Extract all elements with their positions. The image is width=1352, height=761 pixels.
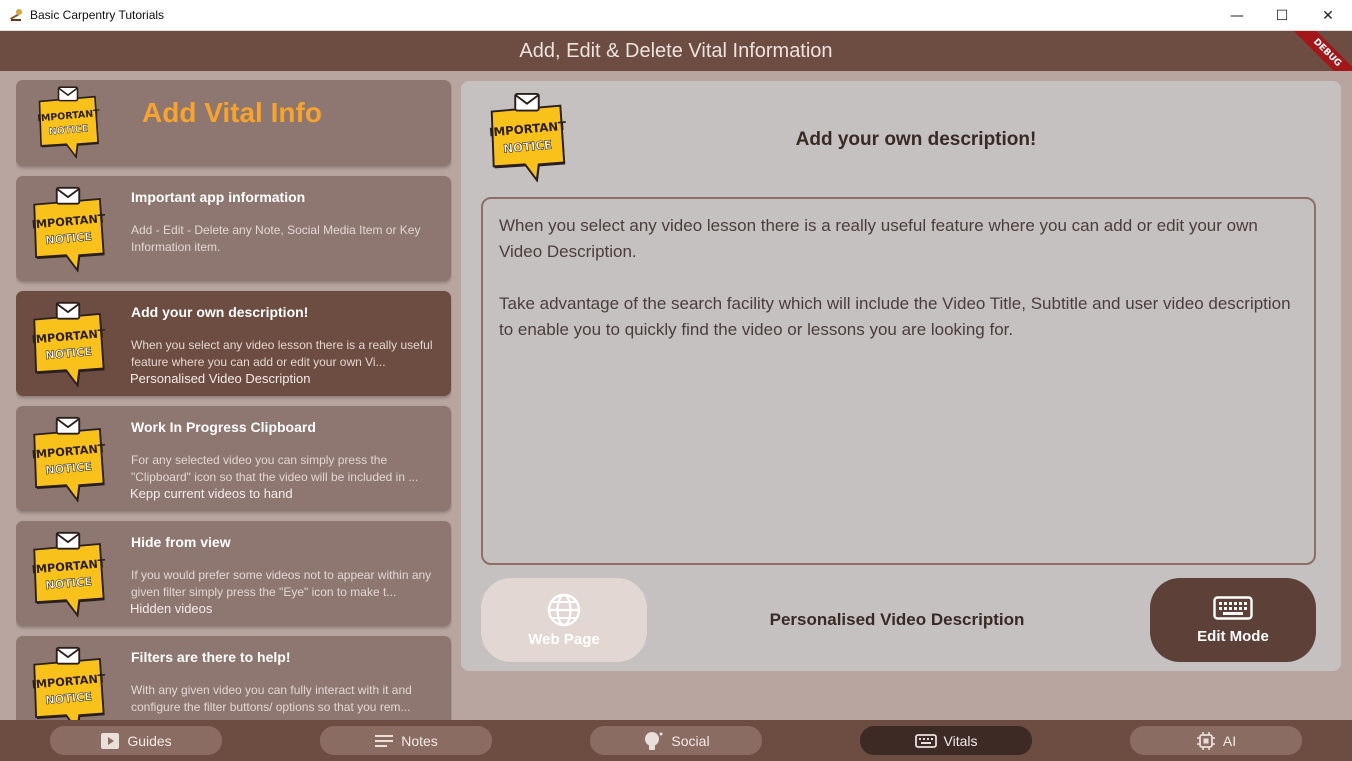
nav-label: Guides bbox=[127, 732, 172, 749]
list-item-title: Add your own description! bbox=[131, 304, 309, 320]
keyboard-icon bbox=[914, 733, 937, 748]
edit-mode-label: Edit Mode bbox=[1197, 627, 1269, 645]
list-item-title: Hide from view bbox=[131, 534, 231, 550]
app-icon bbox=[10, 9, 22, 21]
notes-icon bbox=[375, 734, 394, 747]
nav-guides[interactable]: Guides bbox=[50, 726, 222, 755]
nav-label: Notes bbox=[401, 732, 438, 749]
app-header: Add, Edit & Delete Vital Information DEB… bbox=[0, 31, 1352, 71]
window-titlebar: Basic Carpentry Tutorials — ☐ ✕ bbox=[0, 0, 1352, 31]
detail-title: Add your own description! bbox=[795, 129, 1037, 150]
nav-label: Social bbox=[671, 732, 710, 749]
list-header-card: Add Vital Info bbox=[16, 80, 451, 166]
nav-vitals[interactable]: Vitals bbox=[860, 726, 1032, 755]
list-item[interactable]: Work In Progress Clipboard For any selec… bbox=[16, 406, 451, 511]
minimize-button[interactable]: — bbox=[1214, 0, 1260, 31]
nav-notes[interactable]: Notes bbox=[320, 726, 492, 755]
important-notice-icon bbox=[30, 84, 106, 160]
list-item-description: For any selected video you can simply pr… bbox=[131, 453, 419, 484]
vital-info-list[interactable]: Add Vital Info Important app information… bbox=[16, 80, 452, 720]
list-item-selected[interactable]: Add your own description! When you selec… bbox=[16, 291, 451, 396]
list-item[interactable]: Hide from view If you would prefer some … bbox=[16, 521, 451, 626]
detail-panel: Add your own description! When you selec… bbox=[461, 81, 1341, 671]
list-item-subtitle: Hidden videos bbox=[130, 601, 213, 616]
chip-icon bbox=[1196, 731, 1215, 750]
maximize-button[interactable]: ☐ bbox=[1259, 0, 1305, 31]
list-item-description: With any given video you can fully inter… bbox=[131, 683, 412, 714]
list-item-subtitle: Kepp current videos to hand bbox=[130, 486, 293, 501]
list-item-title: Work In Progress Clipboard bbox=[131, 419, 316, 435]
debug-banner: DEBUG bbox=[1282, 31, 1352, 71]
list-item-subtitle: Personalised Video Description bbox=[130, 371, 311, 386]
globe-icon bbox=[547, 593, 581, 626]
keyboard-icon bbox=[1213, 595, 1253, 620]
list-item[interactable]: Important app information Add - Edit - D… bbox=[16, 176, 451, 281]
list-item-description: If you would prefer some videos not to a… bbox=[131, 568, 432, 599]
important-notice-icon bbox=[30, 299, 106, 389]
close-button[interactable]: ✕ bbox=[1305, 0, 1351, 31]
description-textbox[interactable]: When you select any video lesson there i… bbox=[481, 197, 1316, 565]
important-notice-icon bbox=[30, 414, 106, 504]
page-title: Add, Edit & Delete Vital Information bbox=[519, 39, 833, 62]
nav-ai[interactable]: AI bbox=[1130, 726, 1302, 755]
important-notice-icon bbox=[30, 644, 106, 720]
window-title: Basic Carpentry Tutorials bbox=[30, 8, 165, 22]
list-item[interactable]: Filters are there to help! With any give… bbox=[16, 636, 451, 720]
list-item-title: Important app information bbox=[131, 189, 306, 205]
play-icon bbox=[101, 732, 120, 749]
list-item-description: Add - Edit - Delete any Note, Social Med… bbox=[131, 223, 421, 254]
detail-caption: Personalised Video Description bbox=[769, 610, 1025, 629]
bottom-nav: Guides Notes Social Vitals AI bbox=[0, 720, 1352, 761]
list-item-title: Filters are there to help! bbox=[131, 649, 291, 665]
nav-label: AI bbox=[1222, 732, 1237, 749]
list-item-description: When you select any video lesson there i… bbox=[131, 338, 433, 369]
important-notice-icon bbox=[30, 529, 106, 619]
lightbulb-icon bbox=[645, 731, 663, 750]
web-page-button[interactable]: Web Page bbox=[481, 578, 647, 662]
list-header-label: Add Vital Info bbox=[142, 97, 322, 128]
nav-label: Vitals bbox=[943, 732, 978, 749]
web-page-label: Web Page bbox=[528, 630, 600, 648]
nav-social[interactable]: Social bbox=[590, 726, 762, 755]
edit-mode-button[interactable]: Edit Mode bbox=[1150, 578, 1316, 662]
important-notice-icon bbox=[30, 184, 106, 274]
